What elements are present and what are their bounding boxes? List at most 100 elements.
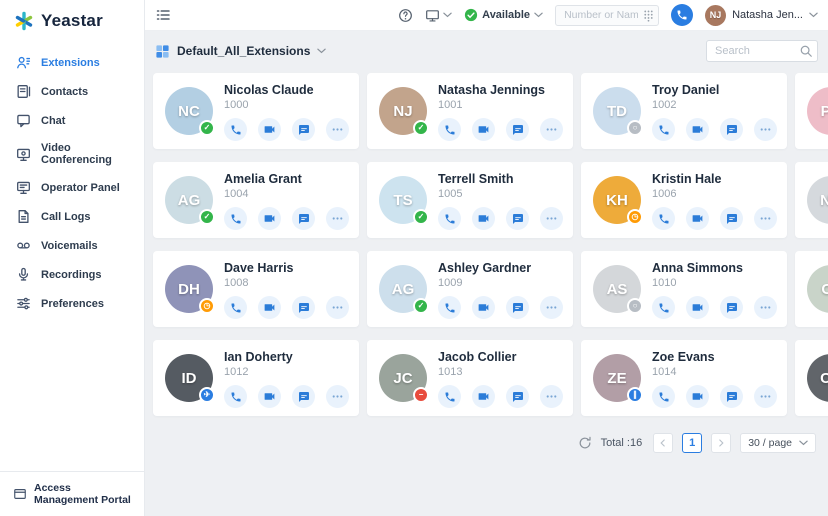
video-call-button[interactable]	[258, 118, 281, 141]
ellipsis-icon	[545, 390, 558, 403]
chat-button[interactable]	[506, 296, 529, 319]
more-actions-button[interactable]	[540, 385, 563, 408]
portal-window-icon	[13, 487, 27, 501]
sidebar-item-video-conferencing[interactable]: Video Conferencing	[0, 135, 144, 173]
extension-group-selector[interactable]: Default_All_Extensions	[155, 44, 326, 59]
collapse-sidebar-button[interactable]	[155, 7, 171, 23]
more-actions-button[interactable]	[326, 296, 349, 319]
chat-button[interactable]	[292, 118, 315, 141]
video-call-button[interactable]	[258, 296, 281, 319]
device-switch-menu[interactable]	[425, 8, 452, 23]
video-camera-icon	[477, 212, 490, 225]
presence-status-badge: ✓	[413, 209, 429, 225]
video-call-button[interactable]	[686, 207, 709, 230]
more-actions-button[interactable]	[754, 296, 777, 319]
sidebar-item-contacts[interactable]: Contacts	[0, 77, 144, 106]
chat-bubble-icon	[512, 213, 524, 225]
chevron-down-icon	[534, 12, 543, 18]
sidebar-item-label: Call Logs	[41, 211, 91, 223]
video-call-button[interactable]	[258, 207, 281, 230]
more-actions-button[interactable]	[326, 385, 349, 408]
sidebar-item-call-logs[interactable]: Call Logs	[0, 202, 144, 231]
video-call-button[interactable]	[686, 118, 709, 141]
video-call-button[interactable]	[258, 385, 281, 408]
extension-name: Nicolas Claude	[224, 83, 349, 97]
next-page-button[interactable]	[711, 433, 731, 453]
audio-call-button[interactable]	[652, 118, 675, 141]
more-actions-button[interactable]	[754, 118, 777, 141]
chat-button[interactable]	[506, 207, 529, 230]
card-actions	[224, 385, 349, 408]
more-actions-button[interactable]	[326, 118, 349, 141]
topbar: Available NJ Natasha Jen...	[145, 0, 828, 31]
dialpad-icon[interactable]	[642, 8, 655, 23]
access-management-portal-link[interactable]: Access Management Portal	[0, 471, 144, 516]
phone-icon	[444, 124, 456, 136]
video-call-button[interactable]	[686, 385, 709, 408]
video-call-button[interactable]	[686, 296, 709, 319]
sidebar-item-recordings[interactable]: Recordings	[0, 260, 144, 289]
audio-call-button[interactable]	[438, 118, 461, 141]
avatar-wrap: DH ◷	[165, 265, 213, 313]
microphone-icon	[16, 267, 31, 282]
sidebar-item-voicemails[interactable]: Voicemails	[0, 231, 144, 260]
presence-status-badge: −	[413, 387, 429, 403]
extension-number: 1006	[652, 188, 777, 200]
more-actions-button[interactable]	[754, 385, 777, 408]
more-actions-button[interactable]	[540, 207, 563, 230]
audio-call-button[interactable]	[224, 296, 247, 319]
presence-selector[interactable]: Available	[464, 8, 543, 22]
extension-name: Natasha Jennings	[438, 83, 563, 97]
chat-button[interactable]	[720, 385, 743, 408]
video-call-button[interactable]	[472, 296, 495, 319]
card-actions	[438, 385, 563, 408]
call-button[interactable]	[671, 4, 693, 26]
chat-button[interactable]	[720, 207, 743, 230]
audio-call-button[interactable]	[652, 296, 675, 319]
help-button[interactable]	[398, 8, 413, 23]
refresh-button[interactable]	[578, 436, 592, 450]
sidebar-item-operator-panel[interactable]: Operator Panel	[0, 173, 144, 202]
extension-card: CJ ✓ Catherine Jenkins 1011	[795, 251, 828, 327]
current-page-button[interactable]: 1	[682, 433, 702, 453]
prev-page-button[interactable]	[653, 433, 673, 453]
sidebar-item-chat[interactable]: Chat	[0, 106, 144, 135]
avatar-wrap: AS ○	[593, 265, 641, 313]
ellipsis-icon	[759, 212, 772, 225]
audio-call-button[interactable]	[652, 385, 675, 408]
extension-name: Terrell Smith	[438, 172, 563, 186]
chat-button[interactable]	[720, 118, 743, 141]
audio-call-button[interactable]	[652, 207, 675, 230]
contacts-icon	[16, 84, 31, 99]
extension-card: DH ◷ Dave Harris 1008	[153, 251, 359, 327]
chat-button[interactable]	[720, 296, 743, 319]
phone-icon	[230, 124, 242, 136]
chat-button[interactable]	[292, 385, 315, 408]
chat-button[interactable]	[292, 296, 315, 319]
extension-info: Amelia Grant 1004	[224, 170, 349, 230]
chat-button[interactable]	[506, 385, 529, 408]
more-actions-button[interactable]	[540, 118, 563, 141]
sidebar-item-extensions[interactable]: Extensions	[0, 48, 144, 77]
extension-number: 1013	[438, 366, 563, 378]
more-actions-button[interactable]	[540, 296, 563, 319]
chat-button[interactable]	[506, 118, 529, 141]
audio-call-button[interactable]	[438, 296, 461, 319]
sidebar-item-preferences[interactable]: Preferences	[0, 289, 144, 318]
video-call-button[interactable]	[472, 385, 495, 408]
video-call-button[interactable]	[472, 207, 495, 230]
page-size-select[interactable]: 30 / page	[740, 433, 816, 453]
audio-call-button[interactable]	[438, 207, 461, 230]
more-actions-button[interactable]	[754, 207, 777, 230]
video-call-button[interactable]	[472, 118, 495, 141]
extension-group-icon	[155, 44, 170, 59]
audio-call-button[interactable]	[224, 207, 247, 230]
presence-status-badge: ✓	[413, 298, 429, 314]
audio-call-button[interactable]	[224, 118, 247, 141]
audio-call-button[interactable]	[224, 385, 247, 408]
avatar: CJ	[807, 265, 828, 313]
user-menu[interactable]: NJ Natasha Jen...	[705, 5, 818, 26]
chat-button[interactable]	[292, 207, 315, 230]
audio-call-button[interactable]	[438, 385, 461, 408]
more-actions-button[interactable]	[326, 207, 349, 230]
